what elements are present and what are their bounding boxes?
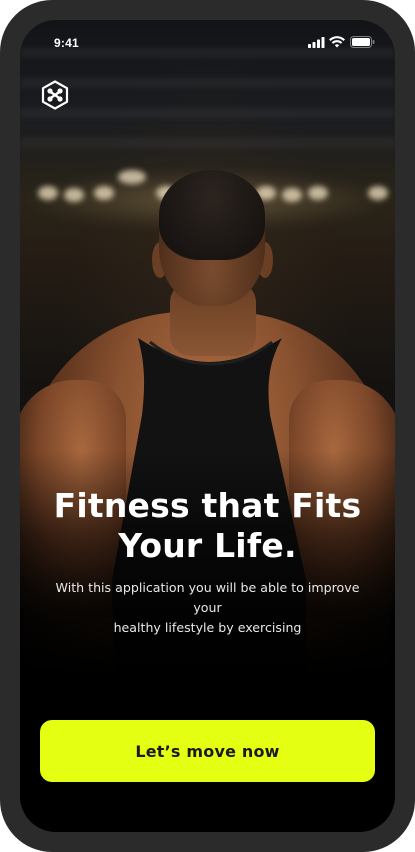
hero-subtitle-line: healthy lifestyle by exercising [113, 620, 302, 635]
background-photo [20, 20, 395, 832]
status-bar: 9:41 [20, 20, 395, 64]
wifi-icon [329, 36, 345, 48]
onboarding-screen: 9:41 Fitness that Fits Your Life. With t… [20, 20, 395, 832]
phone-frame: 9:41 Fitness that Fits Your Life. With t… [0, 0, 415, 852]
cellular-signal-icon [308, 37, 325, 48]
lets-move-now-button[interactable]: Let’s move now [40, 720, 375, 782]
app-logo-icon [41, 80, 69, 110]
battery-icon [350, 36, 375, 48]
hero-subtitle: With this application you will be able t… [40, 578, 375, 638]
hero-title: Fitness that Fits Your Life. [20, 486, 395, 566]
hero-title-line: Your Life. [118, 526, 297, 565]
hero-subtitle-line: With this application you will be able t… [55, 580, 360, 615]
hero-title-line: Fitness that Fits [53, 486, 362, 525]
status-time: 9:41 [54, 36, 79, 50]
